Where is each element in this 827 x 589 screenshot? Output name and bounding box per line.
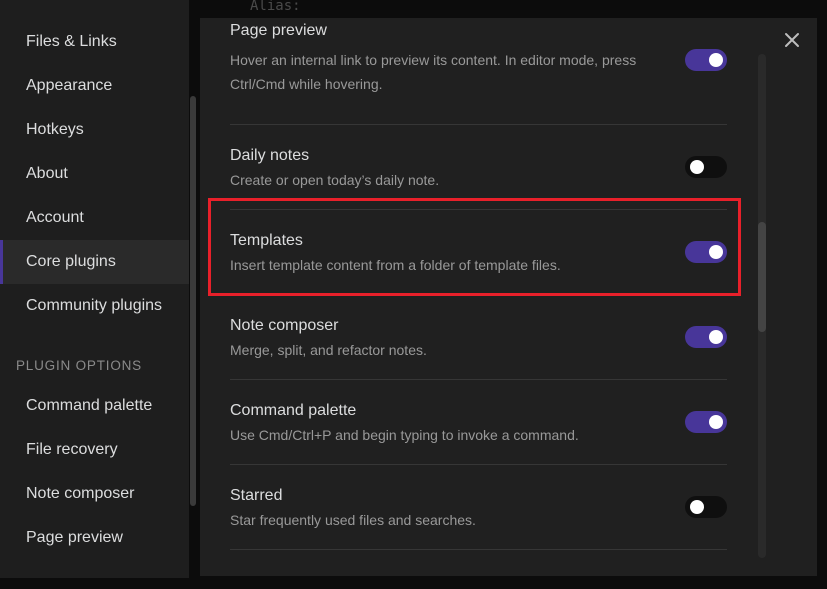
sidebar-item-command-palette[interactable]: Command palette [0, 384, 189, 428]
plugin-options-heading: PLUGIN OPTIONS [16, 358, 142, 373]
toggle-templates[interactable] [685, 241, 727, 263]
toggle-note-composer[interactable] [685, 326, 727, 348]
toggle-knob [690, 160, 704, 174]
sidebar-scrollbar[interactable] [190, 96, 196, 506]
divider [230, 549, 727, 550]
setting-name: Page preview [230, 22, 327, 39]
toggle-daily-notes[interactable] [685, 156, 727, 178]
setting-description: Star frequently used files and searches. [230, 512, 476, 528]
sidebar-item-files-links[interactable]: Files & Links [0, 20, 189, 64]
sidebar-item-community-plugins[interactable]: Community plugins [0, 284, 189, 328]
sidebar-item-label: Community plugins [26, 297, 163, 314]
setting-name: Daily notes [230, 147, 310, 164]
setting-row-note-composer: Note composer Merge, split, and refactor… [230, 295, 727, 379]
toggle-page-preview[interactable] [685, 49, 727, 71]
setting-description: Insert template content from a folder of… [230, 257, 561, 273]
setting-description: Create or open today’s daily note. [230, 172, 440, 188]
toggle-knob [709, 53, 723, 67]
setting-row-page-preview: Page preview Hover an internal link to p… [230, 18, 727, 92]
sidebar-item-label: Page preview [26, 529, 123, 546]
sidebar-item-label: Note composer [26, 485, 135, 502]
sidebar-item-label: Command palette [26, 397, 153, 414]
sidebar-item-about[interactable]: About [0, 152, 189, 196]
sidebar-item-label: About [26, 165, 68, 182]
close-button[interactable] [780, 28, 804, 52]
sidebar-item-account[interactable]: Account [0, 196, 189, 240]
sidebar-item-label: Hotkeys [26, 121, 84, 138]
settings-window: Alias: Files & Links Appearance Hotkeys … [0, 0, 827, 589]
toggle-command-palette[interactable] [685, 411, 727, 433]
sidebar-item-label: Core plugins [26, 253, 116, 270]
setting-description: Hover an internal link to preview its co… [230, 52, 637, 68]
setting-description-line2: Ctrl/Cmd while hovering. [230, 76, 383, 92]
setting-row-command-palette: Command palette Use Cmd/Ctrl+P and begin… [230, 380, 727, 464]
setting-name: Starred [230, 487, 283, 504]
setting-name: Templates [230, 232, 303, 249]
sidebar-item-note-composer[interactable]: Note composer [0, 472, 189, 516]
toggle-knob [709, 330, 723, 344]
sidebar-item-label: Files & Links [26, 33, 117, 50]
setting-row-templates: Templates Insert template content from a… [230, 210, 727, 294]
setting-row-daily-notes: Daily notes Create or open today’s daily… [230, 125, 727, 209]
sidebar-item-page-preview[interactable]: Page preview [0, 516, 189, 560]
setting-description: Use Cmd/Ctrl+P and begin typing to invok… [230, 427, 579, 443]
close-icon [785, 33, 799, 47]
sidebar-item-appearance[interactable]: Appearance [0, 64, 189, 108]
sidebar-item-hotkeys[interactable]: Hotkeys [0, 108, 189, 152]
toggle-starred[interactable] [685, 496, 727, 518]
setting-name: Command palette [230, 402, 357, 419]
settings-content-panel: Page preview Hover an internal link to p… [200, 18, 817, 576]
sidebar-item-label: Appearance [26, 77, 113, 94]
sidebar-item-file-recovery[interactable]: File recovery [0, 428, 189, 472]
toggle-knob [690, 500, 704, 514]
sidebar-item-core-plugins[interactable]: Core plugins [0, 240, 189, 284]
settings-sidebar: Files & Links Appearance Hotkeys About A… [0, 0, 189, 578]
background-editor-text: Alias: [250, 0, 301, 14]
settings-scrollbar-thumb[interactable] [758, 222, 766, 332]
sidebar-item-label: File recovery [26, 441, 118, 458]
toggle-knob [709, 245, 723, 259]
setting-description: Merge, split, and refactor notes. [230, 342, 427, 358]
toggle-knob [709, 415, 723, 429]
setting-name: Note composer [230, 317, 339, 334]
setting-row-starred: Starred Star frequently used files and s… [230, 465, 727, 549]
sidebar-item-label: Account [26, 209, 84, 226]
